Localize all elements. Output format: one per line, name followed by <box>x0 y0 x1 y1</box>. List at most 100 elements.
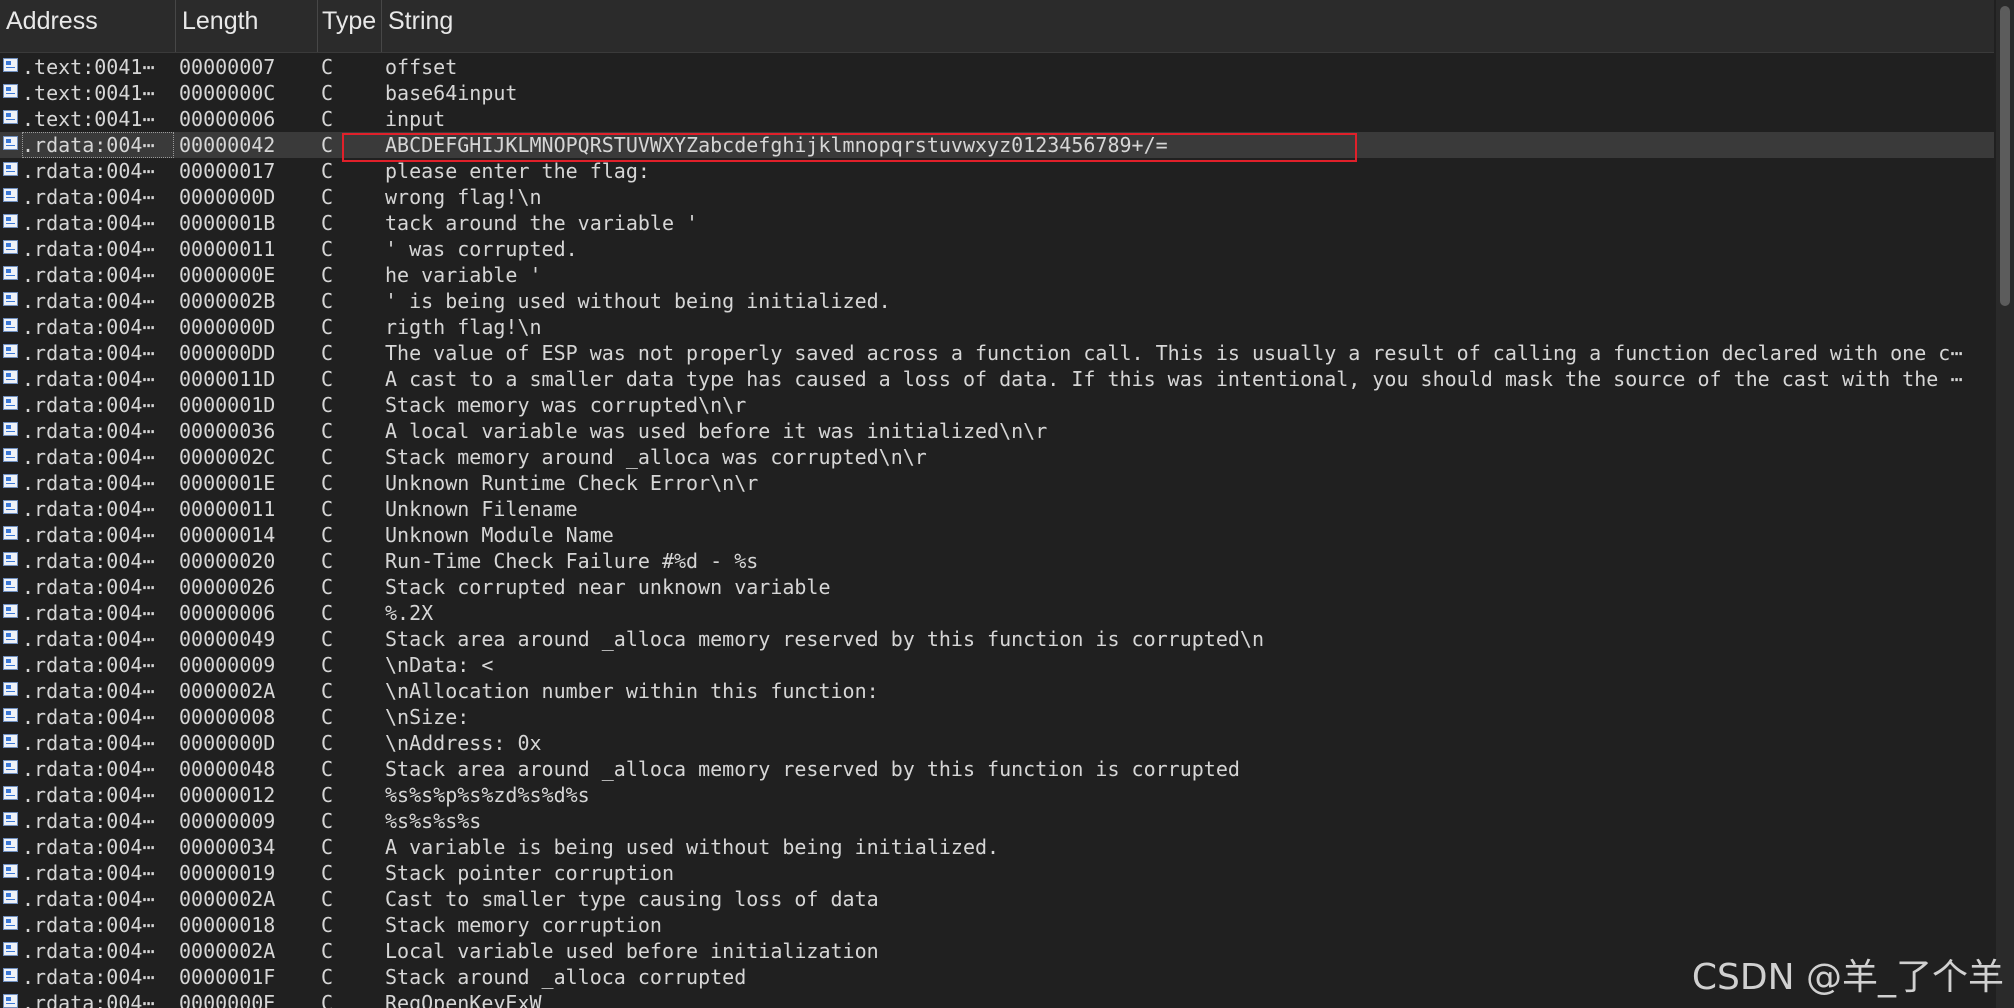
table-row[interactable]: .rdata:004⋯ 0000011D C A cast to a smaller … <box>0 366 1994 392</box>
table-row[interactable]: .text:0041⋯ 00000007 Coffset <box>0 54 1994 80</box>
vertical-scrollbar[interactable] <box>1996 0 2014 1008</box>
length-cell: 0000001D <box>179 393 276 417</box>
string-item-icon <box>3 500 18 514</box>
length-cell: 00000034 <box>179 835 276 859</box>
type-cell: C <box>321 861 334 885</box>
length-cell: 0000002C <box>179 445 276 469</box>
type-cell: C <box>321 601 334 625</box>
table-row[interactable]: .rdata:004⋯ 00000042 C ABCDEFGHIJKLMNOPQRST… <box>0 132 1994 158</box>
table-row[interactable]: .text:0041⋯ 0000000C Cbase64input <box>0 80 1994 106</box>
table-row[interactable]: .rdata:004⋯ 0000000D C \nAddress: 0x <box>0 730 1994 756</box>
table-row[interactable]: .rdata:004⋯ 0000002A C \nAllocation number … <box>0 678 1994 704</box>
length-cell: 00000006 <box>179 601 276 625</box>
type-cell: C <box>321 497 334 521</box>
table-row[interactable]: .rdata:004⋯ 00000014 C Unknown Module Name <box>0 522 1994 548</box>
type-cell: C <box>321 419 334 443</box>
address-cell: .rdata:004⋯ <box>22 653 155 677</box>
string-item-icon <box>3 630 18 644</box>
table-row[interactable]: .rdata:004⋯ 0000000E Che variable ' <box>0 262 1994 288</box>
length-cell: 0000001E <box>179 471 276 495</box>
string-cell: Stack memory corruption <box>385 913 662 937</box>
string-item-icon <box>3 994 18 1008</box>
table-row[interactable]: .rdata:004⋯ 0000002A C Cast to smaller type… <box>0 886 1994 912</box>
address-cell: .rdata:004⋯ <box>22 367 155 391</box>
string-item-icon <box>3 578 18 592</box>
table-row[interactable]: .rdata:004⋯ 00000006 C %.2X <box>0 600 1994 626</box>
string-cell: A local variable was used before it was … <box>385 419 1048 443</box>
table-row[interactable]: .rdata:004⋯ 0000001B Ctack around the vari… <box>0 210 1994 236</box>
address-cell: .rdata:004⋯ <box>22 809 155 833</box>
string-item-icon <box>3 266 18 280</box>
string-cell: A variable is being used without being i… <box>385 835 1000 859</box>
length-cell: 0000000E <box>179 991 276 1008</box>
table-row[interactable]: .rdata:004⋯ 00000008 C \nSize: <box>0 704 1994 730</box>
table-row[interactable]: .rdata:004⋯ 00000048 C Stack area around _a… <box>0 756 1994 782</box>
address-cell: .rdata:004⋯ <box>22 471 155 495</box>
table-row[interactable]: .rdata:004⋯ 00000020 C Run-Time Check Failu… <box>0 548 1994 574</box>
address-cell: .rdata:004⋯ <box>22 289 155 313</box>
table-row[interactable]: .rdata:004⋯ 00000049 C Stack area around _a… <box>0 626 1994 652</box>
type-cell: C <box>321 471 334 495</box>
string-item-icon <box>3 292 18 306</box>
address-cell: .rdata:004⋯ <box>22 159 155 183</box>
string-item-icon <box>3 552 18 566</box>
table-row[interactable]: .rdata:004⋯ 00000012 C %s%s%p%s%zd%s%d%s <box>0 782 1994 808</box>
table-row[interactable]: .rdata:004⋯ 00000017 Cplease enter the fla… <box>0 158 1994 184</box>
column-header-length[interactable]: Length <box>176 0 318 52</box>
string-cell: ' is being used without being initialize… <box>385 289 891 313</box>
table-row[interactable]: .rdata:004⋯ 00000018 C Stack memory corrupt… <box>0 912 1994 938</box>
column-header-type[interactable]: Type <box>318 0 382 52</box>
strings-list: .text:0041⋯ 00000007 Coffset .text:0041⋯ 000… <box>0 54 1994 1008</box>
address-cell: .rdata:004⋯ <box>22 731 155 755</box>
string-item-icon <box>3 656 18 670</box>
table-row[interactable]: .rdata:004⋯ 00000011 C ' was corrupted. <box>0 236 1994 262</box>
table-row[interactable]: .rdata:004⋯ 00000009 C \nData: < <box>0 652 1994 678</box>
type-cell: C <box>321 705 334 729</box>
table-row[interactable]: .rdata:004⋯ 0000000D Cwrong flag!\n <box>0 184 1994 210</box>
string-item-icon <box>3 344 18 358</box>
string-item-icon <box>3 838 18 852</box>
scrollbar-thumb[interactable] <box>2000 6 2010 306</box>
string-cell: ABCDEFGHIJKLMNOPQRSTUVWXYZabcdefghijklmn… <box>385 133 1168 157</box>
string-item-icon <box>3 422 18 436</box>
string-item-icon <box>3 58 18 72</box>
length-cell: 0000000D <box>179 731 276 755</box>
address-cell: .rdata:004⋯ <box>22 991 155 1008</box>
table-row[interactable]: .rdata:004⋯ 0000001E C Unknown Runtime Chec… <box>0 470 1994 496</box>
length-cell: 0000011D <box>179 367 276 391</box>
type-cell: C <box>321 133 334 157</box>
table-row[interactable]: .rdata:004⋯ 0000002C C Stack memory around … <box>0 444 1994 470</box>
length-cell: 00000026 <box>179 575 276 599</box>
address-cell: .rdata:004⋯ <box>22 965 155 989</box>
string-item-icon <box>3 760 18 774</box>
table-row[interactable]: .rdata:004⋯ 00000009 C %s%s%s%s <box>0 808 1994 834</box>
string-item-icon <box>3 136 18 150</box>
table-row[interactable]: .rdata:004⋯ 00000026 C Stack corrupted near… <box>0 574 1994 600</box>
address-cell: .rdata:004⋯ <box>22 263 155 287</box>
table-row[interactable]: .text:0041⋯ 00000006 Cinput <box>0 106 1994 132</box>
string-cell: he variable ' <box>385 263 542 287</box>
table-row[interactable]: .rdata:004⋯ 00000034 C A variable is being … <box>0 834 1994 860</box>
table-row[interactable]: .rdata:004⋯ 0000001D C Stack memory was cor… <box>0 392 1994 418</box>
string-item-icon <box>3 864 18 878</box>
type-cell: C <box>321 289 334 313</box>
type-cell: C <box>321 159 334 183</box>
string-item-icon <box>3 110 18 124</box>
length-cell: 00000042 <box>179 133 276 157</box>
string-cell: \nAllocation number within this function… <box>385 679 879 703</box>
table-row[interactable]: .rdata:004⋯ 0000002B C ' is being used with… <box>0 288 1994 314</box>
type-cell: C <box>321 913 334 937</box>
string-cell: A cast to a smaller data type has caused… <box>385 367 1963 391</box>
column-header-address[interactable]: Address <box>0 0 176 52</box>
table-row[interactable]: .rdata:004⋯ 0000000D Crigth flag!\n <box>0 314 1994 340</box>
length-cell: 00000011 <box>179 237 276 261</box>
address-cell: .rdata:004⋯ <box>22 185 155 209</box>
type-cell: C <box>321 55 334 79</box>
table-row[interactable]: .rdata:004⋯ 00000011 C Unknown Filename <box>0 496 1994 522</box>
column-header-string[interactable]: String <box>382 0 1994 52</box>
type-cell: C <box>321 107 334 131</box>
table-row[interactable]: .rdata:004⋯ 00000019 C Stack pointer corrup… <box>0 860 1994 886</box>
table-row[interactable]: .rdata:004⋯ 000000DD C The value of ESP was… <box>0 340 1994 366</box>
table-row[interactable]: .rdata:004⋯ 00000036 C A local variable was… <box>0 418 1994 444</box>
length-cell: 0000002A <box>179 887 276 911</box>
